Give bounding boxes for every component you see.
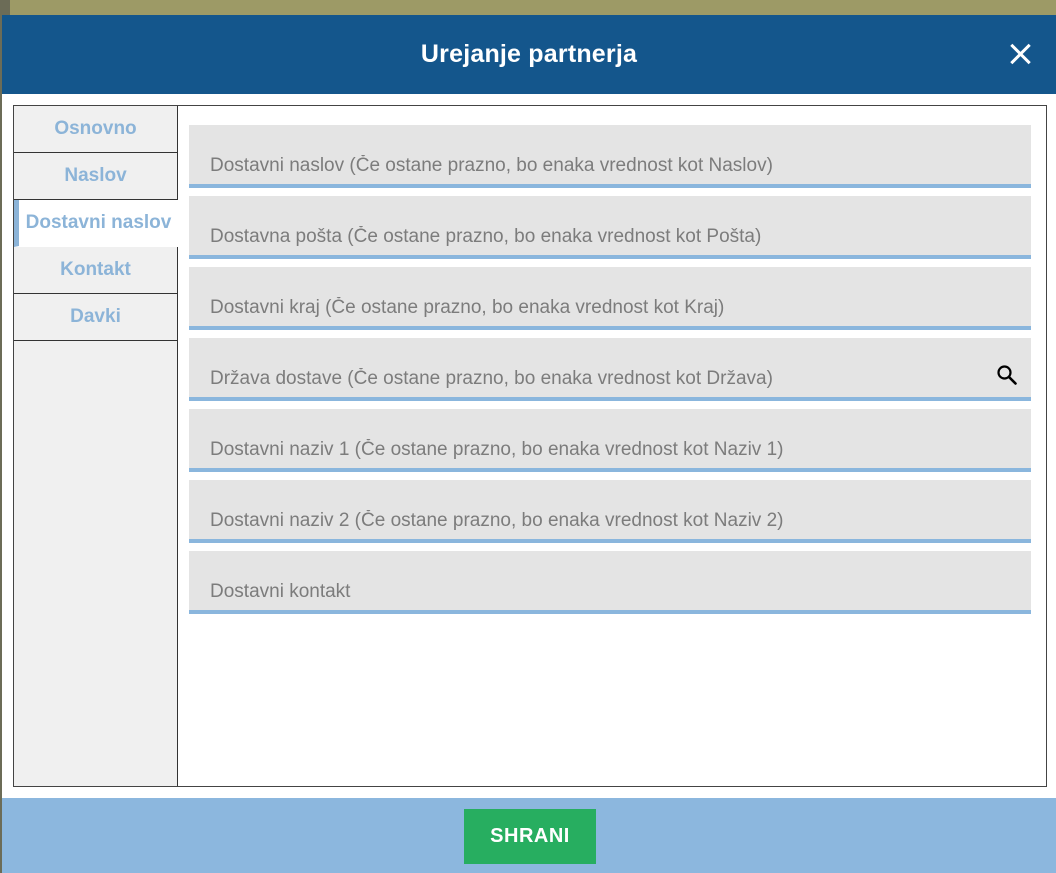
field-drzava-dostave	[189, 338, 1031, 401]
dostavni-naziv-2-input[interactable]	[189, 480, 1031, 539]
field-dostavna-posta	[189, 196, 1031, 259]
dialog-title: Urejanje partnerja	[420, 40, 638, 68]
tab-dostavni-naslov[interactable]: Dostavni naslov	[14, 200, 178, 247]
dostavna-posta-input[interactable]	[189, 196, 1031, 255]
tab-kontakt[interactable]: Kontakt	[14, 247, 177, 294]
form-content	[189, 125, 1031, 622]
search-icon[interactable]	[995, 363, 1019, 387]
tab-osnovno[interactable]: Osnovno	[14, 106, 177, 153]
field-dostavni-naziv-2	[189, 480, 1031, 543]
close-icon[interactable]	[1002, 37, 1038, 73]
dialog-body: Osnovno Naslov Dostavni naslov Kontakt D…	[13, 105, 1047, 787]
drzava-dostave-input[interactable]	[189, 338, 1031, 397]
dialog-header: Urejanje partnerja	[2, 15, 1056, 94]
tab-davki[interactable]: Davki	[14, 294, 177, 341]
save-button[interactable]: SHRANI	[464, 809, 596, 864]
dostavni-kraj-input[interactable]	[189, 267, 1031, 326]
field-dostavni-naziv-1	[189, 409, 1031, 472]
field-dostavni-kontakt	[189, 551, 1031, 614]
dostavni-naziv-1-input[interactable]	[189, 409, 1031, 468]
dostavni-naslov-input[interactable]	[189, 125, 1031, 184]
tab-naslov[interactable]: Naslov	[14, 153, 177, 200]
edit-partner-dialog: Urejanje partnerja Osnovno Naslov Dostav…	[2, 15, 1056, 873]
dialog-footer: SHRANI	[2, 798, 1056, 873]
tab-sidebar: Osnovno Naslov Dostavni naslov Kontakt D…	[14, 106, 178, 786]
field-dostavni-kraj	[189, 267, 1031, 330]
field-dostavni-naslov	[189, 125, 1031, 188]
dostavni-kontakt-input[interactable]	[189, 551, 1031, 610]
